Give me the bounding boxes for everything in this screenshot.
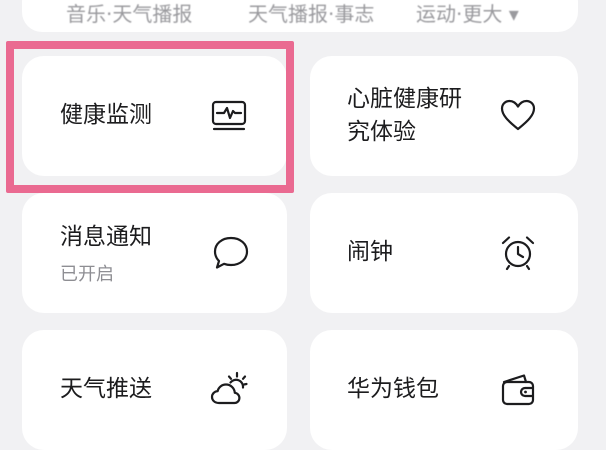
health-monitor-card[interactable]: 健康监测 — [22, 56, 287, 176]
alarm-title: 闹钟 — [347, 239, 393, 265]
heart-research-title-line2: 究体验 — [347, 119, 416, 145]
notifications-card[interactable]: 消息通知 已开启 — [22, 193, 287, 313]
top-item-3: 运动·更大 ▾ — [416, 2, 519, 26]
notifications-status: 已开启 — [60, 264, 114, 285]
top-card-strip: 音乐·天气播报 天气播报·事志 运动·更大 ▾ — [22, 0, 578, 32]
heart-icon — [500, 99, 536, 131]
heart-rate-monitor-icon — [211, 100, 247, 131]
weather-push-title: 天气推送 — [60, 376, 152, 402]
top-item-2: 天气播报·事志 — [248, 2, 375, 26]
huawei-wallet-card[interactable]: 华为钱包 — [310, 330, 578, 450]
huawei-wallet-title: 华为钱包 — [347, 376, 439, 402]
weather-push-card[interactable]: 天气推送 — [22, 330, 287, 450]
health-monitor-title: 健康监测 — [60, 102, 152, 128]
heart-research-card[interactable]: 心脏健康研 究体验 — [310, 56, 578, 176]
sun-cloud-icon — [210, 371, 248, 405]
alarm-clock-icon — [501, 236, 535, 271]
wallet-icon — [501, 374, 535, 406]
heart-research-title-line1: 心脏健康研 — [347, 86, 462, 112]
notifications-title: 消息通知 — [60, 224, 152, 250]
chat-bubble-icon — [213, 236, 249, 269]
top-item-1: 音乐·天气播报 — [66, 2, 193, 26]
alarm-card[interactable]: 闹钟 — [310, 193, 578, 313]
